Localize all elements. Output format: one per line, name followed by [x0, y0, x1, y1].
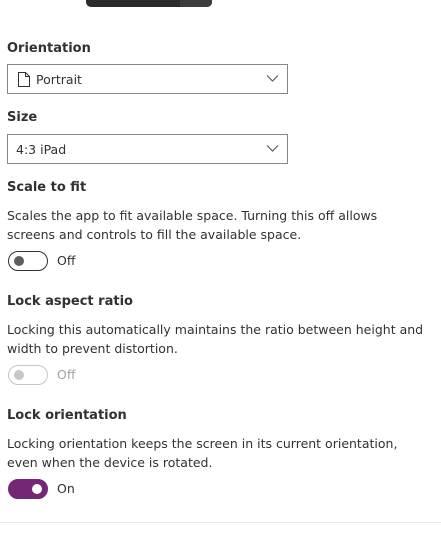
section-divider [0, 522, 441, 523]
orientation-label: Orientation [7, 41, 91, 56]
lock-orientation-label: Lock orientation [7, 408, 127, 423]
toggle-knob [32, 484, 42, 494]
chevron-down-icon [266, 145, 279, 152]
lock-aspect-ratio-toggle[interactable] [8, 365, 48, 385]
lock-aspect-ratio-description: Locking this automatically maintains the… [7, 322, 424, 356]
lock-orientation-state: On [57, 481, 75, 496]
scale-to-fit-state: Off [57, 253, 76, 268]
size-label: Size [7, 110, 38, 125]
screen-preview-thumbnail [86, 0, 212, 7]
display-settings-panel: Orientation Portrait Size 4:3 iPad Scale… [0, 0, 441, 539]
orientation-dropdown[interactable]: Portrait [7, 64, 288, 94]
scale-to-fit-toggle[interactable] [8, 251, 48, 271]
toggle-knob [14, 256, 24, 266]
size-dropdown[interactable]: 4:3 iPad [7, 134, 288, 164]
chevron-down-icon [266, 75, 279, 82]
orientation-value: Portrait [36, 72, 82, 87]
lock-orientation-toggle[interactable] [8, 479, 48, 499]
lock-aspect-ratio-state: Off [57, 367, 76, 382]
toggle-knob [14, 370, 24, 380]
lock-aspect-ratio-label: Lock aspect ratio [7, 294, 133, 309]
scale-to-fit-label: Scale to fit [7, 180, 87, 195]
scale-to-fit-description: Scales the app to fit available space. T… [7, 208, 378, 242]
preview-segment [180, 0, 212, 7]
page-icon [18, 72, 30, 87]
lock-orientation-description: Locking orientation keeps the screen in … [7, 436, 398, 470]
size-value: 4:3 iPad [16, 142, 67, 157]
